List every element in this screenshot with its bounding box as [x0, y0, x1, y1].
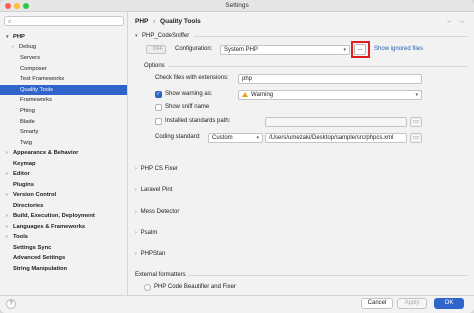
configuration-label: Configuration: — [175, 46, 213, 52]
tree-item-languages[interactable]: › Languages & Frameworks — [6, 222, 126, 232]
codesniffer-toggle[interactable]: OFF — [146, 45, 166, 54]
tree-item-version-control[interactable]: › Version Control — [6, 190, 126, 200]
php-cs-fixer-section[interactable]: › PHP CS Fixer — [135, 165, 178, 174]
chevron-right-icon: › — [135, 230, 137, 236]
chevron-right-icon: › — [6, 192, 8, 198]
show-sniff-name-label: Show sniff name — [165, 104, 210, 110]
chevron-right-icon: › — [6, 171, 8, 177]
chevron-right-icon: › — [12, 44, 14, 50]
chevron-down-icon: ▾ — [343, 47, 346, 53]
laravel-pint-section[interactable]: › Laravel Pint — [135, 186, 172, 195]
tree-item-test-frameworks[interactable]: Test Frameworks — [20, 74, 126, 84]
settings-window: Settings ⌕ ▾ PHP › Debug Servers Composer … — [0, 0, 474, 313]
cancel-button[interactable]: Cancel — [361, 298, 393, 309]
chevron-right-icon: › — [6, 224, 8, 230]
tree-item-frameworks[interactable]: Frameworks — [20, 95, 126, 105]
chevron-right-icon: › — [135, 187, 137, 193]
show-sniff-name-checkbox[interactable] — [155, 104, 162, 111]
chevron-down-icon: ▾ — [135, 33, 138, 39]
codesniffer-section-header[interactable]: ▾ PHP_CodeSniffer — [135, 32, 189, 40]
external-formatters-label: External formatters — [135, 272, 186, 278]
help-button[interactable]: ? — [6, 299, 16, 309]
external-divider — [188, 275, 468, 276]
options-divider — [168, 66, 468, 67]
tree-item-smarty[interactable]: Smarty — [20, 127, 126, 137]
show-ignored-files-link[interactable]: Show ignored files — [374, 45, 423, 54]
chevron-right-icon: › — [6, 213, 8, 219]
show-warning-checkbox[interactable]: ✓ — [155, 91, 162, 98]
coding-standard-select[interactable]: Custom ▾ — [208, 133, 263, 143]
tree-item-directories[interactable]: Directories — [13, 201, 126, 211]
mess-detector-section[interactable]: › Mess Detector — [135, 208, 179, 217]
installed-standards-input[interactable] — [265, 117, 407, 127]
back-arrow-icon[interactable]: ← — [446, 17, 453, 26]
forward-arrow-icon[interactable]: → — [458, 17, 465, 26]
tree-item-editor[interactable]: › Editor — [6, 169, 126, 179]
window-title: Settings — [225, 2, 249, 9]
chevron-right-icon: › — [6, 234, 8, 240]
highlight-annotation — [351, 41, 370, 58]
warning-icon — [242, 91, 248, 97]
chevron-right-icon: › — [135, 166, 137, 172]
folder-icon[interactable]: ▭ — [410, 117, 422, 127]
breadcrumb-separator: › — [153, 18, 156, 25]
section-divider — [194, 36, 468, 37]
chevron-right-icon: › — [135, 209, 137, 215]
chevron-right-icon: › — [135, 251, 137, 257]
chevron-down-icon: ▾ — [256, 135, 259, 141]
breadcrumb-current: Quality Tools — [160, 18, 201, 25]
chevron-down-icon: ▾ — [6, 34, 9, 40]
tree-item-twig[interactable]: Twig — [20, 138, 126, 148]
zoom-window-button[interactable] — [23, 3, 29, 9]
tree-item-composer[interactable]: Composer — [20, 64, 126, 74]
ok-button[interactable]: OK — [434, 298, 464, 309]
chevron-down-icon: ▾ — [415, 92, 418, 98]
tree-item-blade[interactable]: Blade — [20, 117, 126, 127]
code-beautifier-label: PHP Code Beautifier and Fixer — [154, 284, 236, 290]
breadcrumb-parent[interactable]: PHP — [135, 18, 148, 25]
psalm-section[interactable]: › Psalm — [135, 229, 157, 238]
check-extensions-input[interactable]: php — [238, 74, 422, 84]
tree-item-debug[interactable]: › Debug — [12, 42, 126, 52]
tree-item-phing[interactable]: Phing — [20, 106, 126, 116]
installed-standards-checkbox[interactable] — [155, 118, 162, 125]
tree-item-php[interactable]: ▾ PHP — [6, 32, 126, 42]
code-beautifier-radio[interactable] — [144, 284, 151, 291]
breadcrumb: PHP › Quality Tools — [135, 17, 201, 26]
configuration-select[interactable]: System PHP ▾ — [220, 45, 350, 55]
tree-item-advanced-settings[interactable]: Advanced Settings — [13, 253, 126, 263]
title-bar: Settings — [0, 0, 474, 12]
installed-standards-label: Installed standards path: — [165, 118, 231, 124]
tree-item-plugins[interactable]: Plugins — [13, 180, 126, 190]
tree-item-servers[interactable]: Servers — [20, 53, 126, 63]
chevron-right-icon: › — [6, 150, 8, 156]
options-label: Options — [144, 63, 165, 69]
tree-item-tools[interactable]: › Tools — [6, 232, 126, 242]
tree-item-appearance[interactable]: › Appearance & Behavior — [6, 148, 126, 158]
minimize-window-button[interactable] — [14, 3, 20, 9]
coding-standard-label: Coding standard: — [155, 134, 201, 140]
settings-search-input[interactable]: ⌕ — [4, 16, 124, 26]
close-window-button[interactable] — [5, 3, 11, 9]
search-icon: ⌕ — [8, 19, 12, 25]
phpstan-section[interactable]: › PHPStan — [135, 250, 165, 259]
tree-item-quality-tools[interactable]: Quality Tools — [0, 85, 127, 95]
apply-button[interactable]: Apply — [397, 298, 427, 309]
folder-icon[interactable]: ▭ — [410, 133, 422, 143]
tree-item-keymap[interactable]: Keymap — [13, 159, 126, 169]
tree-item-string-manipulation[interactable]: String Manipulation — [13, 264, 126, 274]
coding-standard-path-input[interactable]: /Users/umezaki/Desktop/sample/src/phpcs.… — [265, 133, 407, 143]
show-warning-select[interactable]: Warning ▾ — [238, 90, 422, 100]
show-warning-label: Show warning as: — [165, 91, 213, 97]
tree-item-build[interactable]: › Build, Execution, Deployment — [6, 211, 126, 221]
tree-item-settings-sync[interactable]: Settings Sync — [13, 243, 126, 253]
check-extensions-label: Check files with extensions: — [155, 75, 229, 81]
